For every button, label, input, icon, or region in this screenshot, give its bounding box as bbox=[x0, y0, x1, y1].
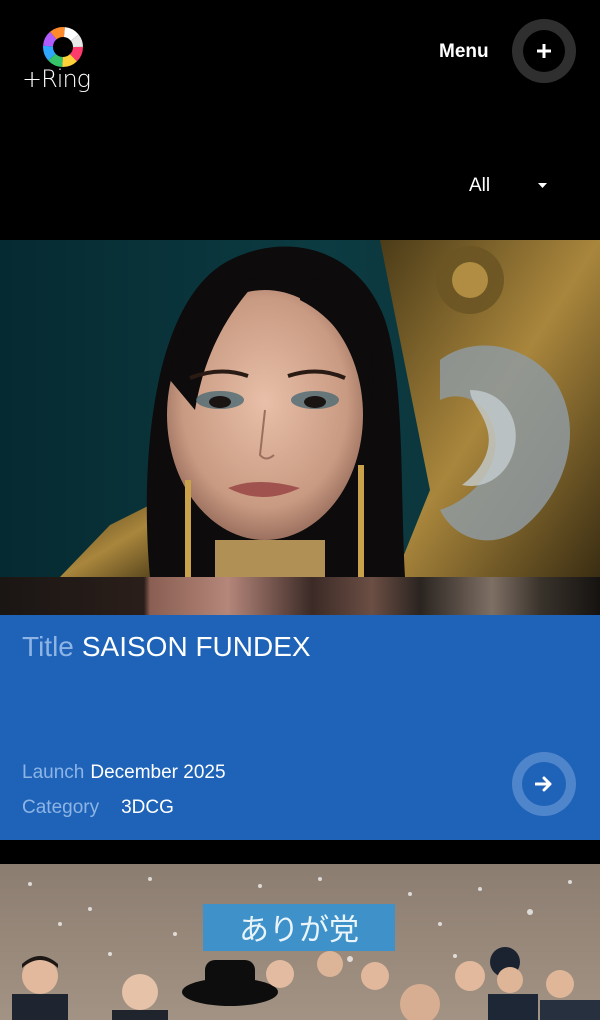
filter-selected-value: All bbox=[469, 175, 491, 196]
launch-date: December 2025 bbox=[90, 762, 226, 783]
work-title[interactable]: SAISON FUNDEX bbox=[82, 631, 311, 662]
caret-down-icon bbox=[538, 183, 547, 188]
category-filter-dropdown[interactable]: All bbox=[469, 173, 559, 199]
work-thumbnail[interactable]: ありが党 bbox=[0, 864, 600, 1020]
portrait-image bbox=[0, 240, 600, 615]
menu-button-inner bbox=[523, 30, 565, 72]
title-row: Title SAISON FUNDEX bbox=[22, 629, 311, 665]
open-work-button[interactable] bbox=[512, 752, 576, 816]
work-info-panel: Title SAISON FUNDEX Launch December 2025 C… bbox=[0, 615, 600, 840]
site-logo[interactable]: +Ring bbox=[22, 26, 102, 104]
open-work-button-inner bbox=[522, 762, 566, 806]
plus-icon bbox=[537, 44, 551, 58]
title-key: Title bbox=[22, 631, 74, 662]
menu-label[interactable]: Menu bbox=[439, 40, 489, 64]
launch-row: Launch December 2025 bbox=[22, 760, 226, 786]
ring-logo-icon bbox=[43, 27, 83, 67]
category-row: Category 3DCG bbox=[22, 795, 174, 821]
launch-key: Launch bbox=[22, 762, 85, 783]
celebration-image: ありが党 bbox=[0, 864, 600, 1020]
logo-wordmark: +Ring bbox=[22, 65, 91, 93]
category-key: Category bbox=[22, 797, 100, 818]
sign-text: ありが党 bbox=[239, 913, 359, 948]
arrow-right-icon bbox=[535, 776, 552, 792]
category-value: 3DCG bbox=[121, 797, 174, 818]
menu-button[interactable] bbox=[512, 19, 576, 83]
site-header: +Ring Menu All bbox=[0, 0, 600, 240]
work-thumbnail[interactable] bbox=[0, 240, 600, 615]
